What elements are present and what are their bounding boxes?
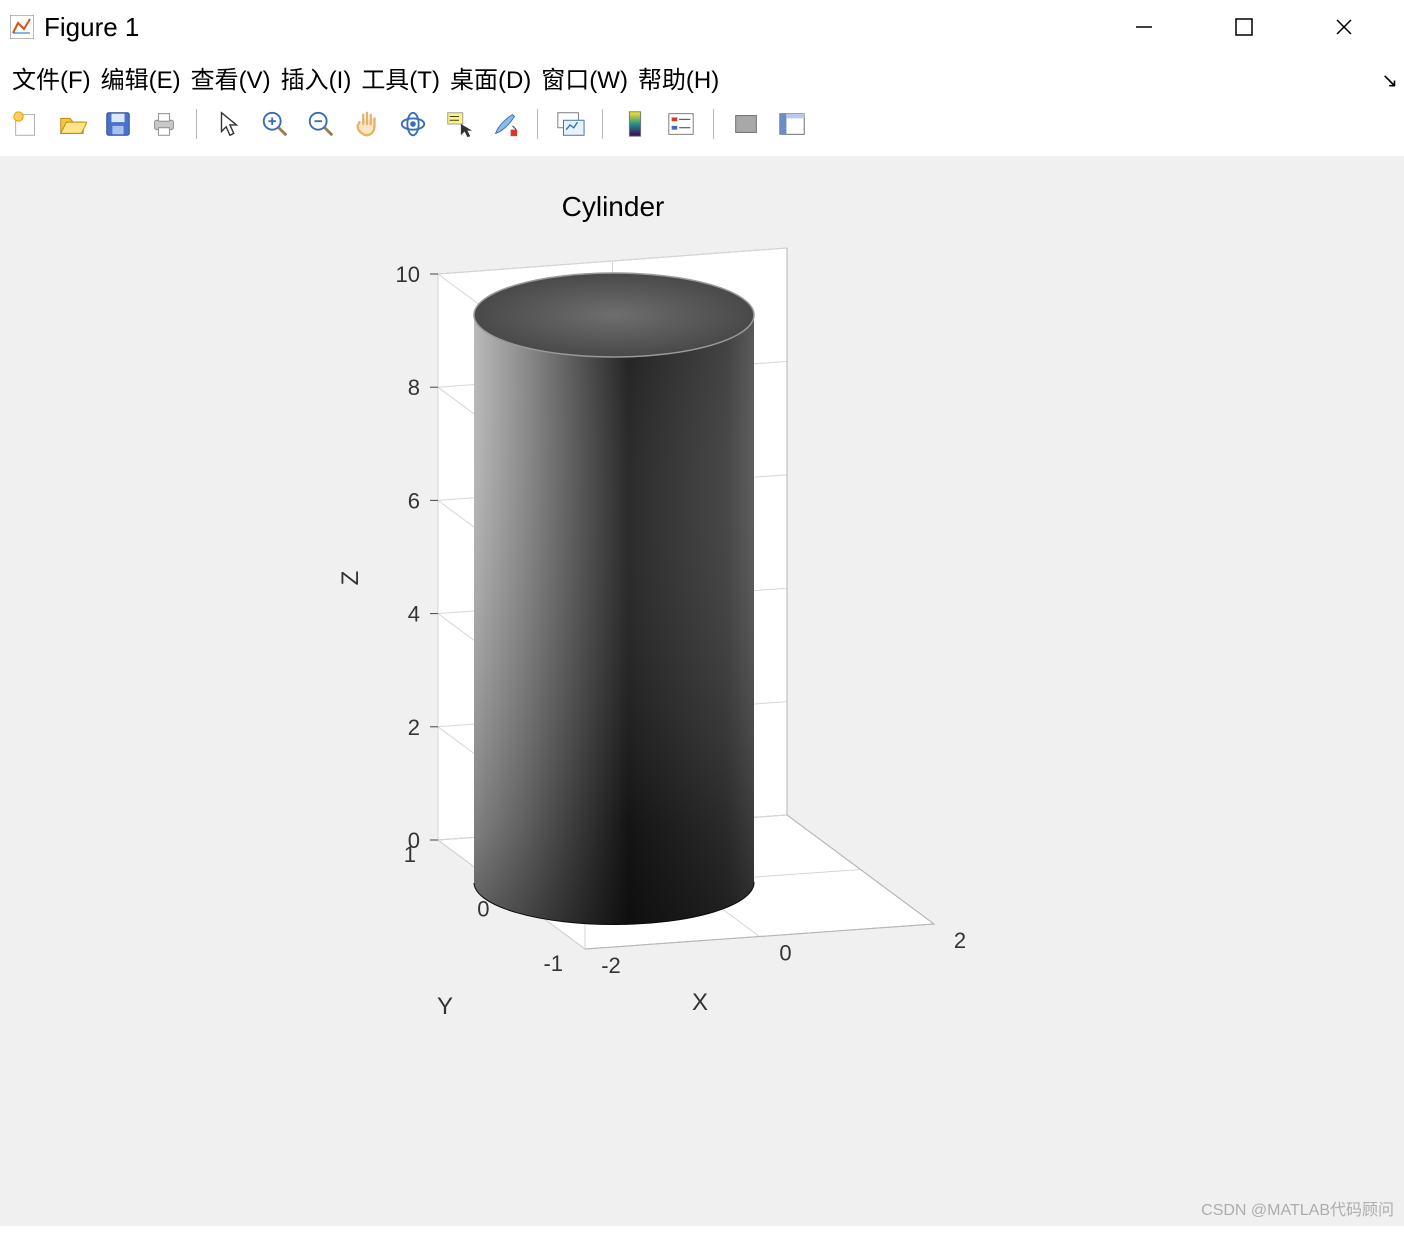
app-icon <box>10 15 34 39</box>
colorbar-icon[interactable] <box>619 108 651 140</box>
menu-desktop[interactable]: 桌面(D) <box>450 60 531 95</box>
toolbar-separator <box>602 109 603 139</box>
menu-tools[interactable]: 工具(T) <box>361 60 440 95</box>
svg-text:8: 8 <box>408 375 420 400</box>
pan-icon[interactable] <box>351 108 383 140</box>
chart-title: Cylinder <box>562 191 665 222</box>
z-axis-ticks: 0246810 <box>396 262 438 853</box>
maximize-button[interactable] <box>1224 7 1264 47</box>
menubar: 文件(F) 编辑(E) 查看(V) 插入(I) 工具(T) 桌面(D) 窗口(W… <box>0 54 1404 101</box>
menu-help[interactable]: 帮助(H) <box>638 60 719 95</box>
x-axis-label: X <box>692 989 708 1016</box>
minimize-button[interactable] <box>1124 7 1164 47</box>
brush-icon[interactable] <box>489 108 521 140</box>
menu-edit[interactable]: 编辑(E) <box>101 60 181 95</box>
link-plot-icon[interactable] <box>554 108 586 140</box>
dock-arrow-icon[interactable]: ↘ <box>1381 68 1398 93</box>
toolbar-separator <box>537 109 538 139</box>
menu-insert[interactable]: 插入(I) <box>281 60 352 95</box>
close-button[interactable] <box>1324 7 1364 47</box>
menu-view[interactable]: 查看(V) <box>191 60 271 95</box>
svg-text:6: 6 <box>408 488 420 513</box>
svg-text:0: 0 <box>779 941 791 966</box>
y-axis-label: Y <box>437 993 453 1020</box>
svg-text:0: 0 <box>477 897 489 922</box>
svg-text:2: 2 <box>954 928 966 953</box>
pointer-icon[interactable] <box>213 108 245 140</box>
zoom-in-icon[interactable] <box>259 108 291 140</box>
toolbar-separator <box>713 109 714 139</box>
data-cursor-icon[interactable] <box>443 108 475 140</box>
svg-text:-1: -1 <box>543 951 563 976</box>
toolbar <box>0 101 1404 147</box>
print-icon[interactable] <box>148 108 180 140</box>
open-icon[interactable] <box>56 108 88 140</box>
figure-canvas[interactable]: Cylinder <box>0 156 1404 1226</box>
legend-icon[interactable] <box>665 108 697 140</box>
z-axis-label: Z <box>337 571 364 586</box>
zoom-out-icon[interactable] <box>305 108 337 140</box>
menu-file[interactable]: 文件(F) <box>12 60 91 95</box>
new-figure-icon[interactable] <box>10 108 42 140</box>
watermark-text: CSDN @MATLAB代码顾问 <box>1201 1196 1394 1220</box>
show-tools-icon[interactable] <box>776 108 808 140</box>
svg-text:-2: -2 <box>601 953 621 978</box>
svg-text:1: 1 <box>404 842 416 867</box>
toolbar-separator <box>196 109 197 139</box>
svg-text:10: 10 <box>396 262 420 287</box>
menu-window[interactable]: 窗口(W) <box>541 60 628 95</box>
window-titlebar: Figure 1 <box>0 0 1404 54</box>
cylinder-surface <box>474 273 754 924</box>
svg-text:4: 4 <box>408 602 420 627</box>
svg-text:2: 2 <box>408 715 420 740</box>
window-title: Figure 1 <box>44 12 1124 43</box>
rotate-3d-icon[interactable] <box>397 108 429 140</box>
save-icon[interactable] <box>102 108 134 140</box>
hide-tools-icon[interactable] <box>730 108 762 140</box>
